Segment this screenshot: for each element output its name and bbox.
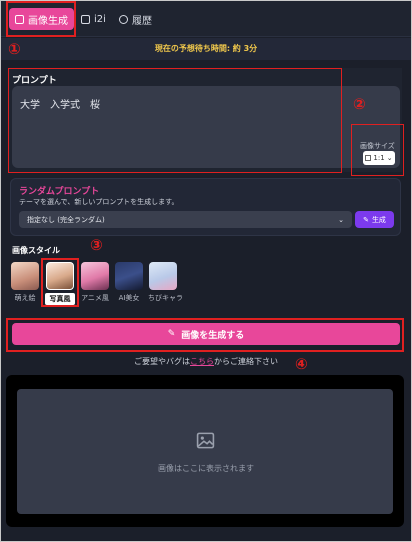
style-option-moe[interactable]: 萌え絵 [10, 262, 40, 303]
image-size-value: 1:1 [373, 154, 385, 162]
annotation-number-2: ② [353, 95, 366, 113]
random-prompt-description: テーマを選んで、新しいプロンプトを生成します。 [19, 198, 179, 206]
tab-i2i[interactable]: i2i [75, 8, 112, 30]
image-icon [81, 14, 90, 24]
tab-label: 画像生成 [28, 15, 68, 27]
generate-button-label: 画像を生成する [181, 330, 245, 341]
generate-image-button[interactable]: ✎ 画像を生成する [12, 323, 400, 345]
random-generate-label: 生成 [371, 215, 386, 224]
style-thumbnail [149, 262, 177, 290]
style-thumbnail [11, 262, 39, 290]
image-size-label: 画像サイズ [360, 142, 395, 150]
random-prompt-title: ランダムプロンプト [19, 187, 100, 197]
square-icon [365, 155, 372, 161]
style-thumbnail [81, 262, 109, 290]
tab-label: 履歴 [132, 15, 152, 27]
style-name: ちびキャラ [148, 294, 183, 302]
style-name: AI美女 [118, 294, 140, 302]
random-theme-select[interactable]: 指定なし (完全ランダム) ⌄ [19, 211, 352, 228]
result-placeholder-area [17, 389, 393, 514]
annotation-number-1: ① [8, 40, 21, 58]
tab-bar: 画像生成 i2i 履歴 [1, 1, 411, 37]
annotation-number-4: ④ [295, 355, 308, 373]
style-thumbnail [46, 262, 74, 290]
magic-wand-icon: ✎ [363, 215, 369, 224]
image-style-label: 画像スタイル [12, 246, 60, 255]
tab-label: i2i [94, 13, 106, 25]
image-icon [15, 14, 24, 24]
style-thumbnail [115, 262, 143, 290]
random-generate-button[interactable]: ✎ 生成 [355, 211, 394, 228]
prompt-textarea[interactable]: 大学 入学式 桜 [12, 86, 400, 168]
style-option-chibi[interactable]: ちびキャラ [148, 262, 183, 303]
tab-image-generation[interactable]: 画像生成 [9, 8, 74, 30]
contact-text: ご要望やバグはこちらからご連絡下さい [0, 356, 412, 367]
wait-time-banner: 現在の予想待ち時間: 約 3分 [1, 38, 411, 60]
style-option-anime[interactable]: アニメ風 [80, 262, 110, 303]
magic-wand-icon: ✎ [167, 329, 176, 339]
style-name: 萌え絵 [14, 294, 36, 302]
random-theme-value: 指定なし (完全ランダム) [27, 215, 105, 224]
image-placeholder-icon [196, 432, 215, 449]
result-placeholder-text: 画像はここに表示されます [158, 464, 254, 473]
style-option-photo[interactable]: 写真風 [45, 262, 75, 305]
contact-link[interactable]: こちら [190, 357, 214, 366]
style-name: 写真風 [45, 293, 75, 305]
image-size-select[interactable]: 1:1 ⌄ [363, 151, 395, 165]
annotation-number-3: ③ [90, 236, 103, 254]
style-option-ai-beauty[interactable]: AI美女 [114, 262, 144, 303]
prompt-label: プロンプト [12, 76, 57, 86]
tab-history[interactable]: 履歴 [113, 8, 158, 30]
style-name: アニメ風 [81, 294, 109, 302]
chevron-down-icon: ⌄ [386, 154, 393, 162]
contact-after: からご連絡下さい [214, 357, 278, 366]
contact-before: ご要望やバグは [134, 357, 190, 366]
chevron-down-icon: ⌄ [338, 215, 344, 224]
history-icon [119, 14, 128, 24]
